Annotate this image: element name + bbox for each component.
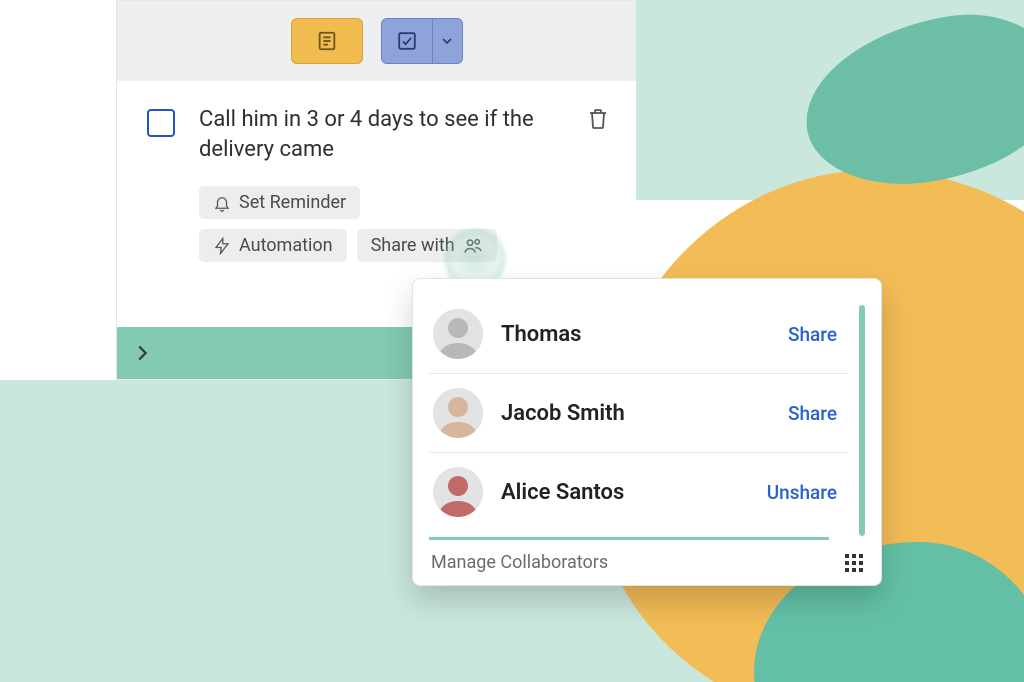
collaborator-row: Jacob Smith Share (429, 374, 847, 453)
task-body: Call him in 3 or 4 days to see if the de… (117, 81, 636, 262)
new-note-button[interactable] (291, 18, 363, 64)
set-reminder-chip[interactable]: Set Reminder (199, 186, 360, 219)
bell-icon (213, 194, 231, 212)
collaborator-list: Thomas Share Jacob Smith Share Alice San… (429, 295, 847, 531)
trash-icon (586, 107, 610, 131)
task-text[interactable]: Call him in 3 or 4 days to see if the de… (199, 105, 568, 164)
collaborator-name: Alice Santos (501, 480, 624, 505)
collaborator-name: Thomas (501, 322, 582, 347)
chevron-right-icon (131, 342, 153, 364)
share-popover: Thomas Share Jacob Smith Share Alice San… (412, 278, 882, 586)
delete-task-button[interactable] (586, 107, 612, 133)
share-with-label: Share with (371, 235, 455, 256)
manage-collaborators-link[interactable]: Manage Collaborators (431, 552, 608, 573)
list-accent-underline (429, 537, 829, 540)
chevron-down-icon (439, 33, 455, 49)
collaborator-row: Alice Santos Unshare (429, 453, 847, 531)
avatar (433, 309, 483, 359)
collaborator-name: Jacob Smith (501, 401, 625, 426)
share-with-chip[interactable]: Share with (357, 229, 497, 262)
new-task-dropdown[interactable] (432, 19, 462, 63)
new-task-button[interactable] (382, 19, 432, 63)
unshare-button[interactable]: Unshare (761, 477, 843, 508)
checkbox-icon (396, 30, 418, 52)
lightning-icon (213, 237, 231, 255)
apps-grid-icon[interactable] (845, 554, 863, 572)
note-icon (316, 30, 338, 52)
share-button[interactable]: Share (782, 398, 843, 429)
avatar (433, 388, 483, 438)
automation-label: Automation (239, 235, 333, 256)
new-task-split-button[interactable] (381, 18, 463, 64)
people-icon (463, 236, 483, 256)
collaborator-row: Thomas Share (429, 295, 847, 374)
automation-chip[interactable]: Automation (199, 229, 347, 262)
task-action-chips: Set Reminder Automation Share with (199, 186, 612, 262)
scroll-indicator[interactable] (859, 305, 865, 536)
task-card-header (117, 1, 636, 81)
set-reminder-label: Set Reminder (239, 192, 346, 213)
share-button[interactable]: Share (782, 319, 843, 350)
avatar (433, 467, 483, 517)
task-checkbox[interactable] (147, 109, 175, 137)
